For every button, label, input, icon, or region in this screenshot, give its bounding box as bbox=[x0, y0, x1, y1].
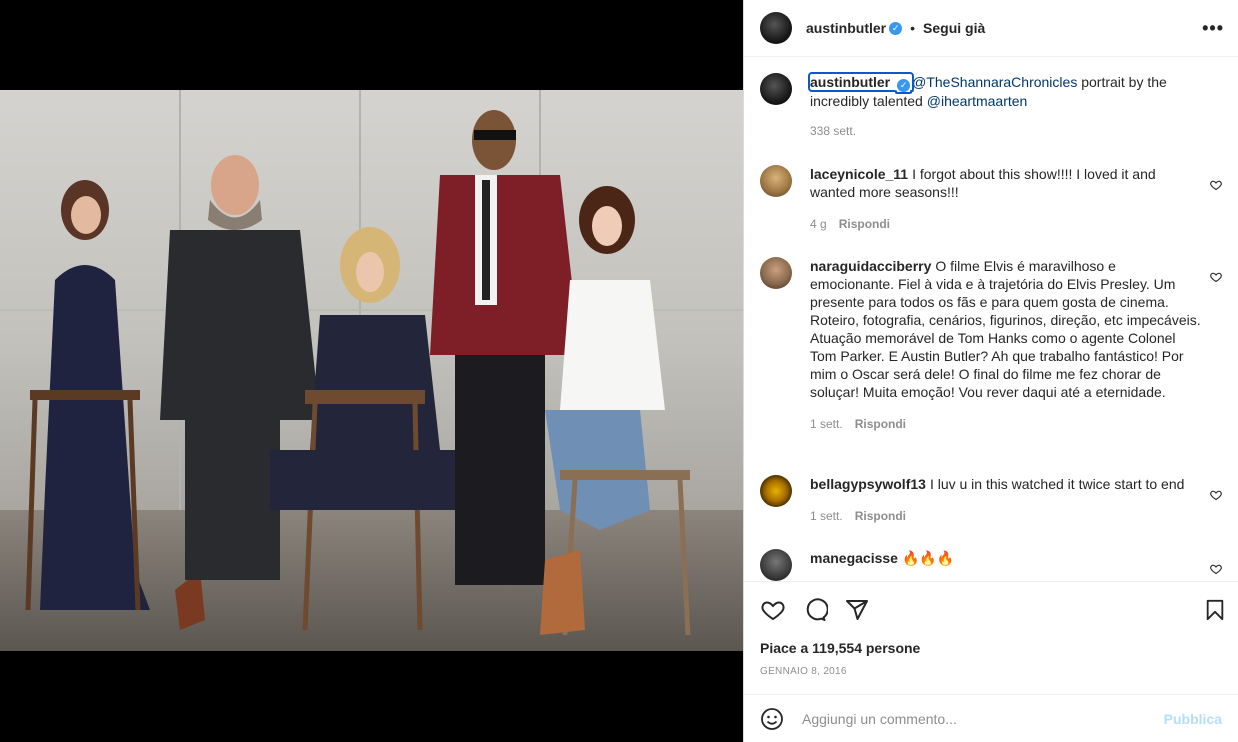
author-username[interactable]: austinbutler bbox=[806, 20, 886, 36]
comment-body: naraguidacciberry O filme Elvis é maravil… bbox=[810, 257, 1202, 457]
follow-button[interactable]: Segui già bbox=[923, 20, 985, 36]
comment-avatar[interactable] bbox=[760, 257, 792, 289]
emoji-icon[interactable] bbox=[760, 707, 784, 731]
comment-time[interactable]: 1 sett. bbox=[810, 417, 843, 431]
caption-meta: 338 sett. bbox=[810, 122, 1202, 140]
comment-body: manegacisse 🔥🔥🔥 bbox=[810, 549, 1202, 581]
reply-button[interactable]: Rispondi bbox=[855, 417, 906, 431]
comment-avatar[interactable] bbox=[760, 475, 792, 507]
post-header: austinbutler ✓ • Segui già ••• bbox=[744, 0, 1238, 57]
comment-text: O filme Elvis é maravilhoso e emocionant… bbox=[810, 258, 1201, 400]
verified-badge-icon: ✓ bbox=[897, 79, 911, 92]
post-panel: austinbutler ✓ • Segui già ••• austinbut… bbox=[743, 0, 1238, 742]
bookmark-icon[interactable] bbox=[1204, 598, 1226, 622]
caption-avatar[interactable] bbox=[760, 73, 792, 105]
comment-text: I luv u in this watched it twice start t… bbox=[929, 476, 1185, 492]
comment-avatar[interactable] bbox=[760, 165, 792, 197]
comment-meta: 1 sett. Rispondi bbox=[810, 415, 1202, 433]
publish-button[interactable]: Pubblica bbox=[1164, 711, 1222, 727]
comment-input[interactable] bbox=[800, 709, 1164, 728]
comment-username[interactable]: manegacisse bbox=[810, 550, 898, 566]
share-icon[interactable] bbox=[844, 598, 870, 622]
likes-count[interactable]: Piace a 119,554 persone bbox=[760, 640, 1222, 656]
like-comment-heart-icon[interactable] bbox=[1210, 489, 1222, 501]
separator-dot: • bbox=[910, 20, 916, 36]
comment-icon[interactable] bbox=[802, 598, 828, 622]
post-date[interactable]: Gennaio 8, 2016 bbox=[760, 666, 1222, 677]
caption-item: austinbutler ✓ @TheShannaraChronicles port… bbox=[760, 72, 1222, 147]
comment-avatar[interactable] bbox=[760, 549, 792, 581]
mention-link[interactable]: @iheartmaarten bbox=[927, 93, 1028, 109]
comment-meta: 1 sett. Rispondi bbox=[810, 507, 1202, 525]
like-comment-heart-icon[interactable] bbox=[1210, 563, 1222, 575]
like-comment-heart-icon[interactable] bbox=[1210, 271, 1222, 283]
add-comment-bar: Pubblica bbox=[744, 694, 1238, 742]
post-media[interactable] bbox=[0, 0, 743, 742]
action-icons bbox=[760, 596, 1222, 624]
caption-username-link[interactable]: austinbutler ✓ bbox=[807, 72, 915, 92]
comment-item: bellagypsywolf13 I luv u in this watched … bbox=[760, 475, 1222, 531]
comments-list[interactable]: austinbutler ✓ @TheShannaraChronicles port… bbox=[744, 57, 1238, 581]
author-avatar[interactable] bbox=[760, 12, 792, 44]
reply-button[interactable]: Rispondi bbox=[855, 509, 906, 523]
caption-body: austinbutler ✓ @TheShannaraChronicles port… bbox=[807, 72, 1202, 147]
comment-meta: 4 g Rispondi bbox=[810, 215, 1202, 233]
caption-time[interactable]: 338 sett. bbox=[810, 124, 856, 138]
reply-button[interactable]: Rispondi bbox=[839, 217, 890, 231]
like-comment-heart-icon[interactable] bbox=[1210, 179, 1222, 191]
comment-username[interactable]: bellagypsywolf13 bbox=[810, 476, 926, 492]
comment-time[interactable]: 4 g bbox=[810, 217, 827, 231]
mention-link[interactable]: @TheShannaraChronicles bbox=[912, 74, 1077, 90]
comment-item: laceynicole_11 I forgot about this show!!… bbox=[760, 165, 1222, 239]
comment-body: laceynicole_11 I forgot about this show!!… bbox=[810, 165, 1202, 239]
comment-username[interactable]: naraguidacciberry bbox=[810, 258, 931, 274]
comment-body: bellagypsywolf13 I luv u in this watched … bbox=[810, 475, 1202, 531]
more-options-icon[interactable]: ••• bbox=[1202, 18, 1224, 39]
caption-username[interactable]: austinbutler bbox=[810, 74, 890, 90]
comment-username[interactable]: laceynicole_11 bbox=[810, 166, 908, 182]
post-actions: Piace a 119,554 persone Gennaio 8, 2016 bbox=[744, 581, 1238, 689]
comment-time[interactable]: 1 sett. bbox=[810, 509, 843, 523]
author-info: austinbutler ✓ • Segui già bbox=[806, 20, 985, 36]
post-photo[interactable] bbox=[0, 90, 743, 651]
comment-item: naraguidacciberry O filme Elvis é maravil… bbox=[760, 257, 1222, 457]
comment-item: manegacisse 🔥🔥🔥 bbox=[760, 549, 1222, 581]
comment-text: 🔥🔥🔥 bbox=[901, 550, 955, 566]
heart-icon[interactable] bbox=[760, 598, 786, 622]
group-portrait-image bbox=[0, 90, 743, 651]
verified-badge-icon: ✓ bbox=[889, 21, 903, 35]
